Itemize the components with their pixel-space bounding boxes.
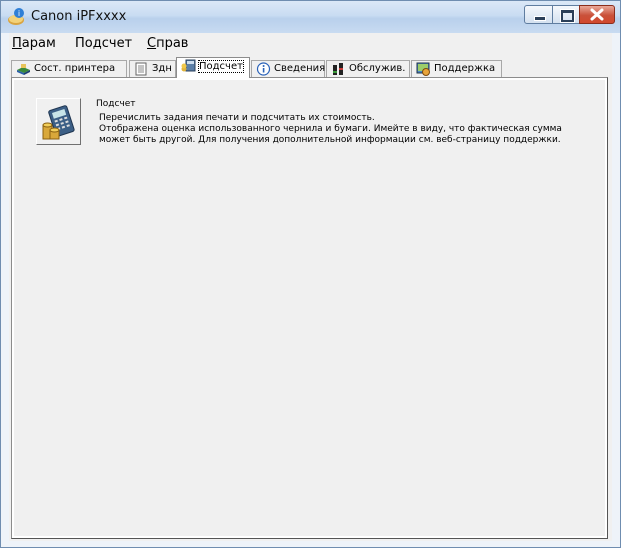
window-client-area: Парам Подсчет Справ Сост. принтера Здн [9, 33, 612, 541]
accounting-desc-line-1: Перечислить задания печати и подсчитать … [99, 113, 375, 123]
maximize-icon [561, 10, 574, 22]
accounting-icon [181, 59, 196, 73]
accounting-calculator-icon [37, 99, 80, 144]
window-title: Canon iPFxxxx [31, 9, 126, 24]
tab-jobs[interactable]: Здн [129, 60, 176, 77]
printer-status-icon [16, 62, 31, 76]
accounting-button[interactable] [36, 98, 81, 145]
close-icon [580, 6, 614, 23]
tab-printer-status[interactable]: Сост. принтера [11, 60, 127, 77]
tab-maintenance[interactable]: Обслужив. [326, 60, 410, 77]
maintenance-icon [331, 62, 346, 76]
tab-strip: Сост. принтера Здн Подсчет Сведения [9, 56, 612, 78]
app-window: i Canon iPFxxxx Парам Подсчет Справ Сос [0, 0, 621, 548]
info-icon [256, 62, 271, 76]
tab-accounting[interactable]: Подсчет [176, 57, 250, 78]
minimize-icon [534, 16, 546, 21]
menu-params[interactable]: Парам [12, 36, 56, 51]
tab-panel-accounting [11, 77, 608, 539]
accounting-desc-line-3: может быть другой. Для получения дополни… [99, 135, 561, 145]
menu-help[interactable]: Справ [147, 36, 188, 51]
menu-bar: Парам Подсчет Справ [9, 33, 612, 54]
title-bar[interactable]: i Canon iPFxxxx [1, 1, 620, 33]
svg-text:i: i [18, 9, 20, 18]
tab-support[interactable]: Поддержка [411, 60, 502, 77]
tab-information[interactable]: Сведения [251, 60, 325, 77]
support-icon [416, 62, 431, 76]
maximize-button[interactable] [552, 5, 580, 24]
accounting-desc-line-2: Отображена оценка использованного чернил… [99, 124, 562, 134]
minimize-button[interactable] [524, 5, 553, 24]
accounting-title: Подсчет [96, 99, 136, 109]
jobs-icon [134, 62, 149, 76]
close-button[interactable] [579, 5, 615, 24]
menu-accounting[interactable]: Подсчет [75, 36, 132, 51]
printer-app-icon: i [7, 7, 27, 27]
